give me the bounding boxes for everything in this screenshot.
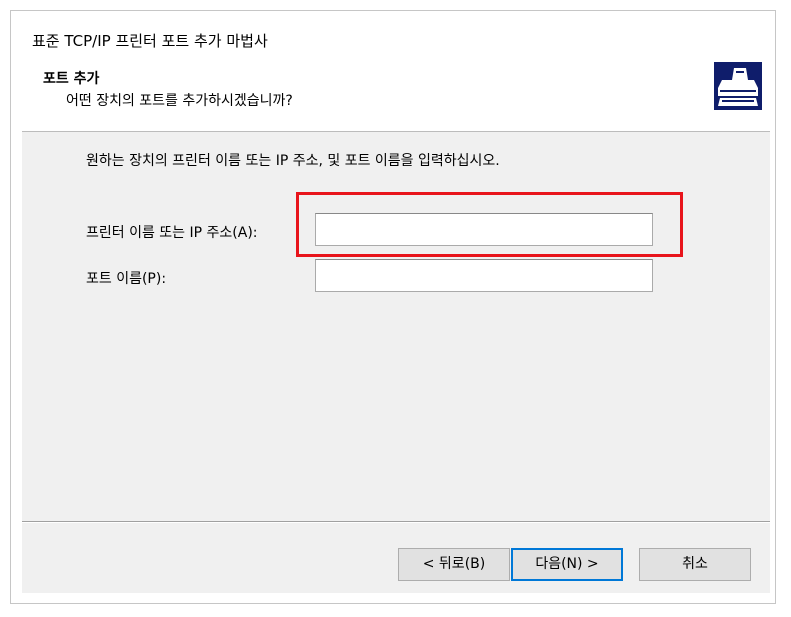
printer-icon — [714, 62, 762, 110]
printer-name-label: 프린터 이름 또는 IP 주소(A): — [86, 225, 258, 241]
header-subheading: 어떤 장치의 포트를 추가하시겠습니까? — [66, 93, 293, 109]
instruction-text: 원하는 장치의 프린터 이름 또는 IP 주소, 및 포트 이름을 입력하십시오… — [86, 153, 500, 169]
printer-name-input[interactable] — [315, 213, 653, 246]
window-title: 표준 TCP/IP 프린터 포트 추가 마법사 — [32, 32, 268, 50]
port-name-input[interactable] — [315, 259, 653, 292]
cancel-button[interactable]: 취소 — [639, 548, 751, 581]
back-button[interactable]: < 뒤로(B) — [398, 548, 510, 581]
wizard-content — [22, 131, 770, 593]
next-button[interactable]: 다음(N) > — [511, 548, 623, 581]
port-name-label: 포트 이름(P): — [86, 271, 167, 287]
footer-separator — [22, 521, 770, 523]
header-heading: 포트 추가 — [43, 71, 100, 87]
